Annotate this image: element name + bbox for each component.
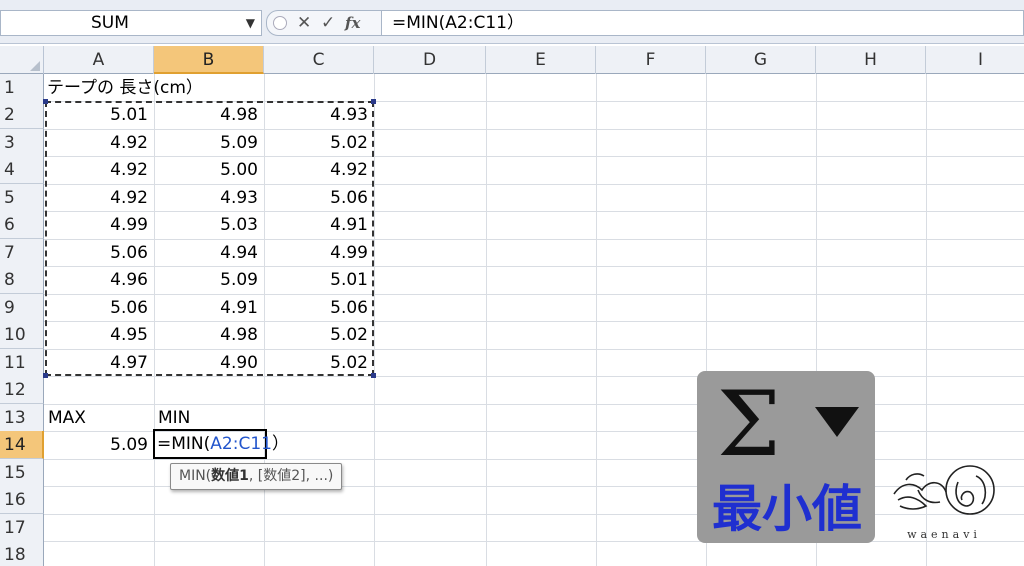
column-header-d[interactable]: D xyxy=(374,46,486,74)
enter-icon[interactable]: ✓ xyxy=(321,12,335,34)
row-header-3[interactable]: 3 xyxy=(0,129,44,157)
row-header-15[interactable]: 15 xyxy=(0,459,44,487)
name-box-value: SUM xyxy=(91,13,129,33)
row-header-13[interactable]: 13 xyxy=(0,404,44,432)
row-header-5[interactable]: 5 xyxy=(0,184,44,212)
column-header-c[interactable]: C xyxy=(264,46,374,74)
column-header-g[interactable]: G xyxy=(706,46,816,74)
column-header-i[interactable]: I xyxy=(926,46,1024,74)
column-header-a[interactable]: A xyxy=(44,46,154,74)
cell-a1-title[interactable]: テープの 長さ(cm） xyxy=(47,74,203,102)
cell-b13-min-label[interactable]: MIN xyxy=(158,404,190,432)
formula-prefix: =MIN( xyxy=(157,434,211,454)
range-selection-marquee xyxy=(43,99,376,378)
name-box[interactable]: SUM ▼ xyxy=(0,10,262,36)
insert-function-icon[interactable]: fx xyxy=(345,12,360,34)
row-header-12[interactable]: 12 xyxy=(0,376,44,404)
resize-grip-icon[interactable] xyxy=(273,16,287,30)
row-header-6[interactable]: 6 xyxy=(0,211,44,239)
formula-bar: SUM ▼ ✕ ✓ fx =MIN(A2:C11） xyxy=(0,0,1024,44)
name-box-dropdown-icon[interactable]: ▼ xyxy=(246,11,255,35)
row-header-16[interactable]: 16 xyxy=(0,486,44,514)
tooltip-arg1: 数値1 xyxy=(211,468,249,484)
row-header-4[interactable]: 4 xyxy=(0,156,44,184)
row-header-1[interactable]: 1 xyxy=(0,74,44,102)
column-headers: A B C D E F G H I xyxy=(0,46,1024,74)
cancel-icon[interactable]: ✕ xyxy=(297,12,311,34)
row-header-8[interactable]: 8 xyxy=(0,266,44,294)
formula-input[interactable]: =MIN(A2:C11） xyxy=(382,10,1024,36)
logo-text: waenavi xyxy=(907,528,981,541)
cell-a14-max-value[interactable]: 5.09 xyxy=(44,431,154,459)
row-header-14[interactable]: 14 xyxy=(0,431,44,459)
row-header-18[interactable]: 18 xyxy=(0,541,44,566)
sigma-icon: Σ xyxy=(717,372,781,477)
select-all-button[interactable] xyxy=(0,46,44,74)
tooltip-func: MIN( xyxy=(179,468,212,484)
formula-range-ref: A2:C11 xyxy=(210,434,272,454)
autosum-min-overlay: Σ 最小値 xyxy=(697,371,875,543)
row-header-2[interactable]: 2 xyxy=(0,101,44,129)
row-header-7[interactable]: 7 xyxy=(0,239,44,267)
function-argument-tooltip[interactable]: MIN(数値1, [数値2], ...) xyxy=(170,463,343,490)
overlay-label: 最小値 xyxy=(712,480,862,538)
row-header-11[interactable]: 11 xyxy=(0,349,44,377)
tooltip-rest: , [数値2], ...) xyxy=(248,468,334,484)
formula-buttons: ✕ ✓ fx xyxy=(266,10,382,36)
row-header-17[interactable]: 17 xyxy=(0,514,44,542)
cell-a13-max-label[interactable]: MAX xyxy=(48,404,86,432)
dropdown-triangle-icon xyxy=(815,407,859,437)
column-header-b[interactable]: B xyxy=(154,46,264,74)
column-header-f[interactable]: F xyxy=(596,46,706,74)
column-header-e[interactable]: E xyxy=(486,46,596,74)
row-header-9[interactable]: 9 xyxy=(0,294,44,322)
row-header-10[interactable]: 10 xyxy=(0,321,44,349)
column-header-h[interactable]: H xyxy=(816,46,926,74)
cell-b14-editing[interactable]: =MIN(A2:C11） xyxy=(157,430,289,458)
formula-suffix: ） xyxy=(271,434,289,454)
